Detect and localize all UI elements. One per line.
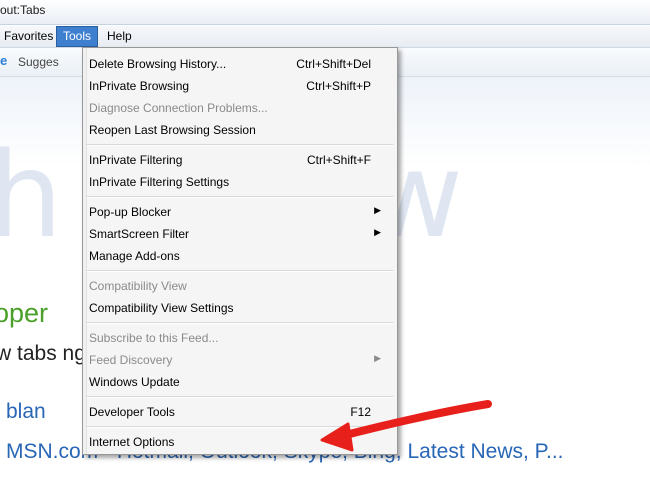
submenu-arrow-icon: ▶ xyxy=(374,227,381,237)
menu-item-label: InPrivate Browsing xyxy=(89,79,190,93)
menu-separator xyxy=(87,270,393,272)
menu-separator xyxy=(87,144,393,146)
menu-gutter xyxy=(83,48,87,454)
menu-separator xyxy=(87,196,393,198)
menu-item-windows-update[interactable]: Windows Update xyxy=(89,371,391,393)
menu-item-label: Subscribe to this Feed... xyxy=(89,331,219,345)
menu-item-feed-discovery: Feed Discovery ▶ xyxy=(89,349,391,371)
menu-item-pop-up-blocker[interactable]: Pop-up Blocker ▶ xyxy=(89,201,391,223)
suggested-sites-link[interactable]: Sugges xyxy=(18,55,59,69)
menu-item-developer-tools[interactable]: Developer Tools F12 xyxy=(89,401,391,423)
menu-item-shortcut: Ctrl+Shift+Del xyxy=(296,57,371,71)
menu-help[interactable]: Help xyxy=(101,26,138,47)
menu-item-label: Delete Browsing History... xyxy=(89,57,227,71)
menu-item-manage-add-ons[interactable]: Manage Add-ons xyxy=(89,245,391,267)
menu-item-inprivate-filtering-settings[interactable]: InPrivate Filtering Settings xyxy=(89,171,391,193)
window-titlebar: out:Tabs xyxy=(0,0,650,25)
menu-item-delete-browsing-history[interactable]: Delete Browsing History... Ctrl+Shift+Del xyxy=(89,53,391,75)
menu-item-reopen-last-browsing-session[interactable]: Reopen Last Browsing Session xyxy=(89,119,391,141)
menu-item-label: Manage Add-ons xyxy=(89,249,180,263)
menu-separator xyxy=(87,426,393,428)
menu-separator xyxy=(87,322,393,324)
menu-item-shortcut: F12 xyxy=(350,405,371,419)
menu-item-label: Diagnose Connection Problems... xyxy=(89,101,268,115)
menu-item-shortcut: Ctrl+Shift+F xyxy=(306,153,371,167)
menu-item-label: Reopen Last Browsing Session xyxy=(89,123,256,137)
menu-item-shortcut: Ctrl+Shift+P xyxy=(306,79,371,93)
menu-item-label: Compatibility View Settings xyxy=(89,301,234,315)
menu-item-subscribe-to-this-feed: Subscribe to this Feed... xyxy=(89,327,391,349)
menu-item-compatibility-view: Compatibility View xyxy=(89,275,391,297)
menu-separator xyxy=(87,396,393,398)
menu-item-compatibility-view-settings[interactable]: Compatibility View Settings xyxy=(89,297,391,319)
menu-item-label: Internet Options xyxy=(89,435,175,449)
tools-dropdown-menu: Delete Browsing History... Ctrl+Shift+Del… xyxy=(82,47,398,455)
submenu-arrow-icon: ▶ xyxy=(374,205,381,215)
menu-item-inprivate-filtering[interactable]: InPrivate Filtering Ctrl+Shift+F xyxy=(89,149,391,171)
menu-item-label: Developer Tools xyxy=(89,405,175,419)
menu-item-label: InPrivate Filtering Settings xyxy=(89,175,230,189)
page-green-heading: oper xyxy=(0,298,49,328)
menu-item-internet-options[interactable]: Internet Options xyxy=(89,431,391,453)
menu-tools[interactable]: Tools xyxy=(56,26,99,47)
menu-item-diagnose-connection-problems: Diagnose Connection Problems... xyxy=(89,97,391,119)
submenu-arrow-icon: ▶ xyxy=(374,353,381,363)
menu-bar: Favorites Tools Help xyxy=(0,26,650,48)
menu-item-label: Windows Update xyxy=(89,375,180,389)
menu-item-label: Feed Discovery xyxy=(89,353,173,367)
blank-page-link[interactable]: blan xyxy=(6,400,46,424)
window-title: out:Tabs xyxy=(0,3,46,17)
menu-item-smartscreen-filter[interactable]: SmartScreen Filter ▶ xyxy=(89,223,391,245)
menu-favorites[interactable]: Favorites xyxy=(0,26,59,47)
menu-item-label: Compatibility View xyxy=(89,279,187,293)
menu-item-label: InPrivate Filtering xyxy=(89,153,183,167)
menu-item-label: Pop-up Blocker xyxy=(89,205,172,219)
menu-item-label: SmartScreen Filter xyxy=(89,227,190,241)
menu-item-inprivate-browsing[interactable]: InPrivate Browsing Ctrl+Shift+P xyxy=(89,75,391,97)
ie-icon[interactable]: e xyxy=(0,54,13,67)
